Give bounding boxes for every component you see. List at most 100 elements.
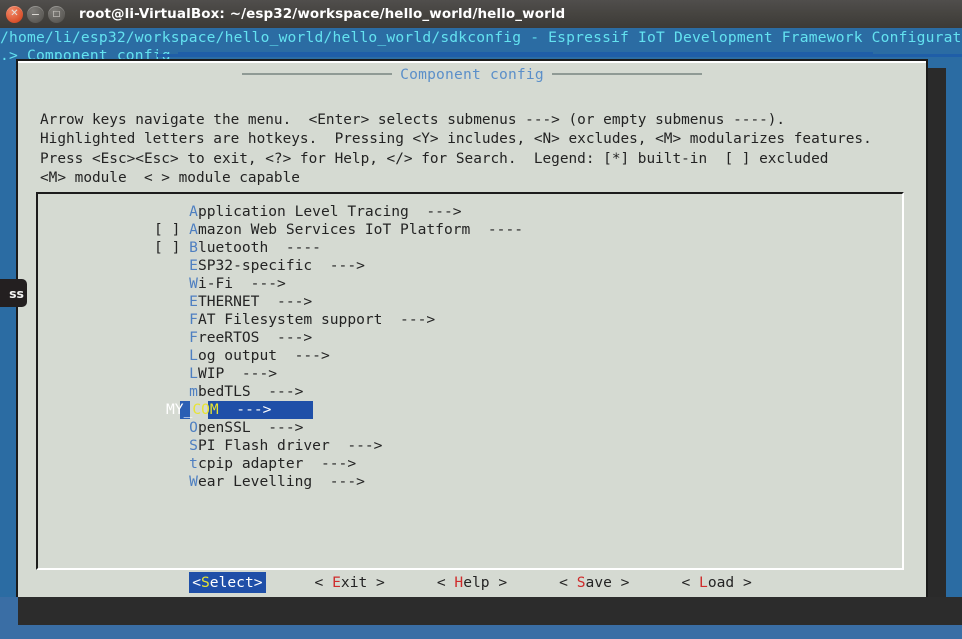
menu-item[interactable]: FreeRTOS --->: [38, 329, 902, 347]
button-suffix: >: [734, 574, 752, 591]
menu-item-arrow: --->: [224, 365, 278, 382]
menu-item-label: og output: [197, 347, 278, 364]
button-prefix: <: [559, 574, 577, 591]
menu-item[interactable]: tcpip adapter --->: [38, 455, 902, 473]
menu-item-checkbox: [154, 293, 189, 310]
menu-item-label: PI Flash driver: [197, 437, 330, 454]
menu-item[interactable]: Application Level Tracing --->: [38, 203, 902, 221]
menu-item-checkbox: [154, 329, 189, 346]
button-label: ave: [585, 574, 612, 591]
menu-item-label: pplication Level Tracing: [197, 203, 409, 220]
kconfig-header-description: Espressif IoT Development Framework Conf…: [548, 29, 962, 46]
close-icon[interactable]: ✕: [6, 5, 23, 23]
dialog-title-rule-left: [242, 73, 393, 75]
menu-item[interactable]: ESP32-specific --->: [38, 257, 902, 275]
bottom-band: [18, 597, 962, 625]
menu-item[interactable]: Wear Levelling --->: [38, 473, 902, 491]
menu-item-checkbox: [154, 455, 189, 472]
menu-item-arrow: ----: [268, 239, 321, 256]
load-button[interactable]: < Load >: [681, 573, 751, 592]
terminal-surface: /home/li/esp32/workspace/hello_world/hel…: [0, 28, 962, 597]
menu-item-content: MY_COM --->: [166, 401, 271, 418]
menu-item[interactable]: ETHERNET --->: [38, 293, 902, 311]
menu-item[interactable]: [ ] Bluetooth ----: [38, 239, 902, 257]
terminal-window: ✕ − □ root@li-VirtualBox: ~/esp32/worksp…: [0, 0, 962, 625]
dialog-titlebar: Component config: [18, 65, 926, 83]
button-suffix: >: [253, 574, 263, 591]
menu-item-label: i-Fi: [197, 275, 234, 292]
window-title: root@li-VirtualBox: ~/esp32/workspace/he…: [79, 6, 566, 22]
component-config-dialog: Component config Arrow keys navigate the…: [16, 59, 928, 597]
menu-item-checkbox: [154, 473, 189, 490]
select-button[interactable]: <Select>: [189, 572, 266, 593]
button-prefix: <: [681, 574, 700, 591]
menu-item-label: AT Filesystem support: [197, 311, 383, 328]
menu-item-hotkey: t: [189, 455, 198, 472]
menu-item[interactable]: Wi-Fi --->: [38, 275, 902, 293]
menu-item-hotkey: O: [189, 419, 198, 436]
menu-item-hotkey: E: [189, 293, 198, 310]
menu-item[interactable]: MY_COM --->: [38, 401, 902, 419]
menu-item-hotkey: COM: [192, 401, 219, 418]
maximize-glyph: □: [52, 9, 61, 18]
window-titlebar: ✕ − □ root@li-VirtualBox: ~/esp32/worksp…: [0, 0, 962, 29]
menu-item-arrow: --->: [250, 383, 304, 400]
menu-item[interactable]: FAT Filesystem support --->: [38, 311, 902, 329]
menu-list-panel[interactable]: Application Level Tracing --->[ ] Amazon…: [36, 192, 904, 570]
button-label: oad: [707, 574, 735, 591]
menu-item[interactable]: SPI Flash driver --->: [38, 437, 902, 455]
menu-item-hotkey: L: [189, 347, 198, 364]
menu-item-hotkey: A: [189, 203, 198, 220]
menu-item-checkbox: [154, 347, 189, 364]
help-line: Press <Esc><Esc> to exit, <?> for Help, …: [40, 150, 829, 167]
button-prefix: <: [436, 574, 455, 591]
menu-item-hotkey: L: [189, 365, 198, 382]
minimize-icon[interactable]: −: [27, 5, 44, 23]
button-hotkey: S: [576, 574, 586, 591]
button-hotkey: H: [454, 574, 464, 591]
dialog-button-row: <Select> < Exit > < Help > < Save > < Load >: [18, 572, 926, 593]
menu-item-hotkey: S: [189, 437, 198, 454]
menu-item-prefix: MY_: [166, 401, 193, 418]
menu-item-checkbox: [154, 419, 189, 436]
maximize-icon[interactable]: □: [48, 5, 65, 23]
edge-tooltip: ss: [0, 279, 27, 307]
button-prefix: <: [314, 574, 333, 591]
menu-item-hotkey: B: [189, 239, 198, 256]
menu-item-label: luetooth: [197, 239, 269, 256]
menu-item-hotkey: F: [189, 329, 198, 346]
dialog-help-text: Arrow keys navigate the menu. <Enter> se…: [40, 111, 872, 188]
menu-item-checkbox: [154, 275, 189, 292]
menu-item-arrow: --->: [259, 293, 313, 310]
exit-button[interactable]: < Exit >: [315, 573, 385, 592]
button-hotkey: S: [201, 574, 210, 591]
menu-item-arrow: --->: [259, 329, 313, 346]
menu-item[interactable]: mbedTLS --->: [38, 383, 902, 401]
help-button[interactable]: < Help >: [437, 573, 507, 592]
save-button[interactable]: < Save >: [559, 573, 629, 592]
menu-item-arrow: --->: [312, 473, 365, 490]
menu-item-label: reeRTOS: [197, 329, 260, 346]
menu-item-label: THERNET: [197, 293, 260, 310]
menu-item-hotkey: F: [189, 311, 198, 328]
menu-item-arrow: --->: [233, 275, 286, 292]
menu-item[interactable]: LWIP --->: [38, 365, 902, 383]
menu-item-checkbox: [ ]: [154, 221, 190, 238]
edge-tooltip-text: ss: [9, 285, 24, 301]
menu-item[interactable]: [ ] Amazon Web Services IoT Platform ---…: [38, 221, 902, 239]
menu-item-hotkey: E: [189, 257, 198, 274]
kconfig-header-separator: -: [521, 29, 549, 46]
menu-item-label: penSSL: [197, 419, 251, 436]
menu-item-hotkey: A: [189, 221, 198, 238]
menu-item[interactable]: OpenSSL --->: [38, 419, 902, 437]
button-suffix: >: [611, 574, 630, 591]
button-suffix: >: [489, 574, 508, 591]
menu-item-checkbox: [154, 383, 189, 400]
kconfig-header-line: /home/li/esp32/workspace/hello_world/hel…: [0, 29, 962, 47]
minimize-glyph: −: [30, 7, 41, 21]
help-line: Arrow keys navigate the menu. <Enter> se…: [40, 112, 786, 128]
button-label: elect: [209, 574, 254, 591]
menu-item-arrow: --->: [312, 257, 365, 274]
menu-item[interactable]: Log output --->: [38, 347, 902, 365]
menu-item-hotkey: W: [189, 473, 198, 490]
